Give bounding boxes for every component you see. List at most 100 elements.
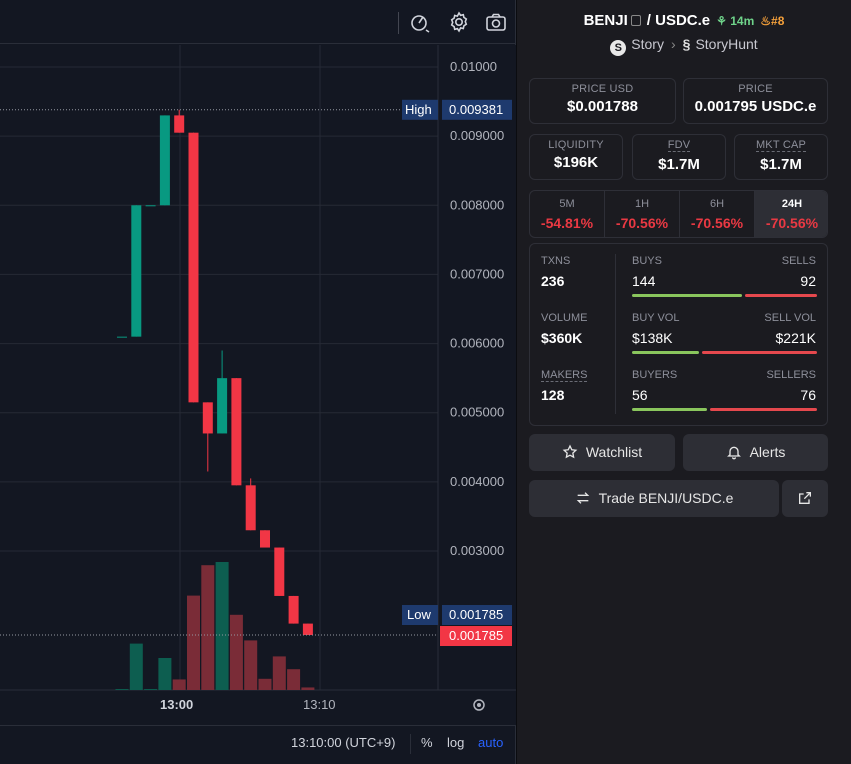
tab-24h-label: 24H bbox=[781, 198, 803, 210]
price-native-value: 0.001795 USDC.e bbox=[694, 98, 817, 115]
buys-bar bbox=[632, 294, 742, 297]
sprout-icon: ⚘ bbox=[716, 14, 727, 28]
tab-6h[interactable]: 6H -70.56% bbox=[680, 191, 755, 237]
volume-bar bbox=[172, 679, 186, 690]
dex-name[interactable]: StoryHunt bbox=[695, 36, 757, 52]
candle-body bbox=[288, 595, 299, 624]
price-tick-label: 0.009000 bbox=[450, 128, 504, 143]
tab-5m[interactable]: 5M -54.81% bbox=[530, 191, 605, 237]
buys-value: 144 bbox=[632, 273, 656, 289]
percent-scale-toggle[interactable]: % bbox=[421, 735, 433, 750]
sellers-value: 76 bbox=[800, 387, 816, 403]
tab-1h-label: 1H bbox=[634, 198, 650, 210]
sell-vol-value: $221K bbox=[775, 330, 816, 346]
chart-settings-icon-center bbox=[477, 703, 481, 707]
toolbar-divider bbox=[398, 12, 399, 34]
volume-bar bbox=[144, 689, 158, 690]
candle-body bbox=[274, 547, 285, 596]
external-link-button[interactable] bbox=[782, 480, 828, 517]
tab-24h[interactable]: 24H -70.56% bbox=[755, 191, 827, 237]
tab-1h-change: -70.56% bbox=[615, 215, 669, 231]
mktcap-label[interactable]: MKT CAP bbox=[755, 139, 807, 152]
buyers-bar bbox=[632, 408, 707, 411]
rank-value: #8 bbox=[771, 14, 785, 28]
liquidity-box: LIQUIDITY $196K bbox=[529, 134, 623, 180]
current-time: 13:10:00 (UTC+9) bbox=[291, 735, 396, 750]
price-tick-label: 0.008000 bbox=[450, 197, 504, 212]
volume-bar bbox=[201, 565, 215, 690]
pair-age: ⚘ 14m bbox=[716, 14, 754, 28]
chevron-right-icon: › bbox=[670, 36, 676, 52]
price-tick-label: 0.01000 bbox=[450, 59, 497, 74]
pair-title: BENJI / USDC.e ⚘ 14m ♨#8 bbox=[517, 12, 851, 29]
price-tick-label: 0.004000 bbox=[450, 474, 504, 489]
candle-body bbox=[159, 115, 170, 206]
volume-bar bbox=[187, 595, 200, 690]
trending-rank: ♨#8 bbox=[760, 14, 784, 28]
external-link-icon bbox=[799, 492, 811, 504]
fdv-box: FDV $1.7M bbox=[632, 134, 726, 180]
chart-canvas[interactable]: 0.01000 0.009000 0.008000 0.007000 0.006000 0… bbox=[0, 45, 516, 725]
log-scale-toggle[interactable]: log bbox=[447, 735, 464, 750]
trade-button[interactable]: Trade BENJI/USDC.e bbox=[529, 480, 779, 517]
chart-pane: 0.01000 0.009000 0.008000 0.007000 0.006000 0… bbox=[0, 0, 516, 764]
tab-1h[interactable]: 1H -70.56% bbox=[605, 191, 680, 237]
fdv-label[interactable]: FDV bbox=[667, 139, 691, 152]
chart-toolbar bbox=[0, 0, 516, 44]
footer-divider bbox=[410, 734, 411, 754]
stats-divider bbox=[615, 254, 616, 414]
base-token: BENJI bbox=[583, 12, 628, 29]
sell-vol-bar bbox=[702, 351, 817, 354]
tab-6h-change: -70.56% bbox=[690, 215, 744, 231]
volume-label: VOLUME bbox=[541, 312, 588, 324]
volume-bar bbox=[158, 658, 172, 690]
storyhunt-logo-icon: § bbox=[682, 36, 691, 52]
price-tick-label: 0.007000 bbox=[450, 266, 504, 281]
chart-footer: 13:10:00 (UTC+9) % log auto bbox=[0, 725, 516, 761]
tab-6h-label: 6H bbox=[709, 198, 725, 210]
low-tag-label: Low bbox=[407, 607, 431, 622]
last-price-label: 0.001785 bbox=[449, 628, 503, 643]
sells-label: SELLS bbox=[781, 255, 816, 267]
alerts-label: Alerts bbox=[749, 444, 786, 460]
candle-body bbox=[202, 402, 213, 434]
swap-arrows-icon bbox=[576, 492, 589, 504]
buyers-value: 56 bbox=[632, 387, 648, 403]
makers-label[interactable]: MAKERS bbox=[541, 369, 588, 382]
watchlist-button[interactable]: Watchlist bbox=[529, 434, 675, 471]
sells-bar bbox=[745, 294, 817, 297]
chain-name[interactable]: Story bbox=[631, 36, 664, 52]
star-icon bbox=[562, 444, 578, 459]
price-chart[interactable]: 0.01000 0.009000 0.008000 0.007000 0.006000 0… bbox=[0, 45, 516, 725]
price-tick-label: 0.003000 bbox=[450, 543, 504, 558]
time-tick-label: 13:00 bbox=[160, 697, 193, 712]
candle-body bbox=[260, 530, 270, 548]
speed-icon[interactable] bbox=[408, 10, 432, 34]
buy-vol-label: BUY VOL bbox=[632, 312, 680, 324]
volume-bar bbox=[229, 614, 243, 690]
chart-background bbox=[0, 45, 516, 725]
volume-bar bbox=[287, 669, 301, 690]
alerts-button[interactable]: Alerts bbox=[683, 434, 828, 471]
volume-bar bbox=[301, 687, 315, 690]
volume-bar bbox=[215, 562, 229, 690]
buy-vol-value: $138K bbox=[632, 330, 673, 346]
app-root: 0.01000 0.009000 0.008000 0.007000 0.006000 0… bbox=[0, 0, 851, 764]
high-price-label: 0.009381 bbox=[449, 102, 503, 117]
mktcap-box: MKT CAP $1.7M bbox=[734, 134, 828, 180]
tab-24h-change: -70.56% bbox=[765, 215, 819, 231]
high-tag-label: High bbox=[405, 102, 432, 117]
auto-scale-toggle[interactable]: auto bbox=[478, 735, 503, 750]
camera-icon[interactable] bbox=[484, 10, 508, 34]
candle-body bbox=[188, 132, 199, 403]
flame-icon: ♨ bbox=[760, 14, 772, 28]
txns-label: TXNS bbox=[541, 255, 571, 267]
watchlist-label: Watchlist bbox=[585, 444, 643, 460]
candle-body bbox=[231, 378, 242, 486]
candle-body bbox=[174, 115, 185, 133]
low-price-label: 0.001785 bbox=[449, 607, 503, 622]
candle-body bbox=[245, 485, 256, 531]
gear-icon[interactable] bbox=[447, 10, 471, 34]
copy-icon[interactable] bbox=[630, 15, 641, 26]
candle-body bbox=[145, 205, 156, 207]
